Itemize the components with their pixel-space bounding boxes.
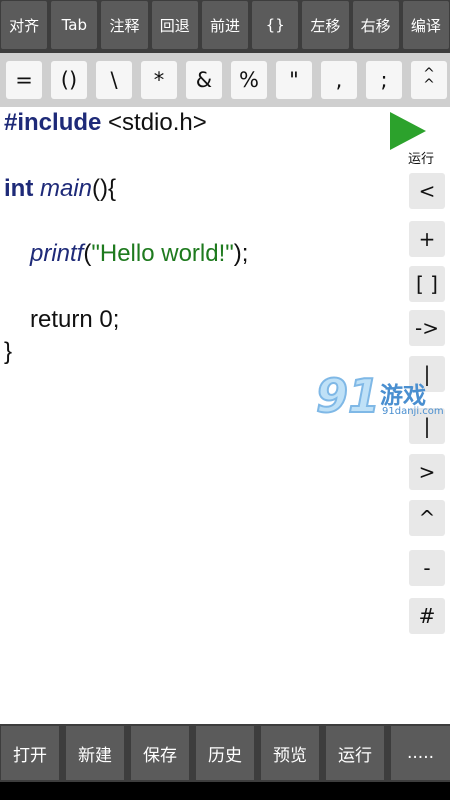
parentheses-key[interactable]: (): [51, 61, 87, 99]
comma-key[interactable]: ,: [321, 61, 357, 99]
ampersand-key[interactable]: &: [186, 61, 222, 99]
more-button[interactable]: .....: [391, 726, 450, 780]
new-button[interactable]: 新建: [66, 726, 124, 780]
main-signature: (){: [92, 175, 117, 202]
tab-button[interactable]: Tab: [51, 1, 98, 49]
printf-function: printf: [30, 240, 84, 267]
run-button-label: 运行: [408, 152, 435, 167]
side-key-brackets[interactable]: [ ]: [409, 266, 445, 302]
backslash-key[interactable]: \: [96, 61, 132, 99]
code-line-printf: printf("Hello world!");: [30, 240, 248, 268]
include-header: <stdio.h>: [101, 109, 207, 136]
compile-button[interactable]: 编译: [402, 1, 449, 49]
include-directive: #include: [4, 109, 102, 136]
int-keyword: int: [4, 175, 34, 202]
save-button[interactable]: 保存: [131, 726, 189, 780]
redo-button[interactable]: 前进: [201, 1, 249, 49]
side-key-less-than[interactable]: <: [409, 173, 445, 209]
comment-button[interactable]: 注释: [101, 1, 148, 49]
outdent-button[interactable]: 左移: [302, 1, 349, 49]
watermark-number: 91: [315, 369, 381, 423]
code-line-include: #include <stdio.h>: [4, 109, 207, 137]
side-key-hash[interactable]: #: [409, 598, 445, 634]
run-button[interactable]: 运行: [390, 110, 446, 168]
play-icon: [390, 112, 426, 150]
watermark-logo: 91 游戏 91danji.com: [315, 369, 450, 428]
asterisk-key[interactable]: *: [141, 61, 177, 99]
system-nav-strip: [0, 782, 450, 800]
caret-key[interactable]: ^ ^: [411, 61, 447, 99]
quote-key[interactable]: ": [276, 61, 312, 99]
printf-close: );: [233, 240, 249, 267]
watermark-url: 91danji.com: [382, 406, 444, 417]
run-bottom-button[interactable]: 运行: [326, 726, 384, 780]
semicolon-key[interactable]: ;: [366, 61, 402, 99]
side-key-plus[interactable]: +: [409, 221, 445, 257]
side-key-minus[interactable]: -: [409, 550, 445, 586]
symbol-bar: = () \ * & % " , ; ^ ^: [0, 53, 450, 107]
side-key-greater-than[interactable]: >: [409, 454, 445, 490]
preview-button[interactable]: 预览: [261, 726, 319, 780]
equals-key[interactable]: =: [6, 61, 42, 99]
percent-key[interactable]: %: [231, 61, 267, 99]
watermark-text: 游戏: [380, 383, 426, 409]
string-literal: "Hello world!": [91, 240, 234, 267]
indent-button[interactable]: 右移: [352, 1, 399, 49]
code-line-main: int main(){: [4, 175, 116, 203]
side-key-arrow[interactable]: ->: [409, 310, 445, 346]
align-button[interactable]: 对齐: [1, 1, 48, 49]
open-button[interactable]: 打开: [1, 726, 59, 780]
history-button[interactable]: 历史: [196, 726, 254, 780]
braces-button[interactable]: {}: [252, 1, 299, 49]
main-function: main: [40, 175, 93, 202]
bottom-toolbar: 打开 新建 保存 历史 预览 运行 .....: [0, 724, 450, 782]
code-line-return: return 0;: [30, 306, 120, 333]
code-line-close: }: [4, 338, 13, 365]
top-toolbar: 对齐 Tab 注释 回退 前进 {} 左移 右移 编译: [0, 0, 450, 53]
undo-button[interactable]: 回退: [151, 1, 198, 49]
side-key-caret[interactable]: ^: [409, 500, 445, 536]
